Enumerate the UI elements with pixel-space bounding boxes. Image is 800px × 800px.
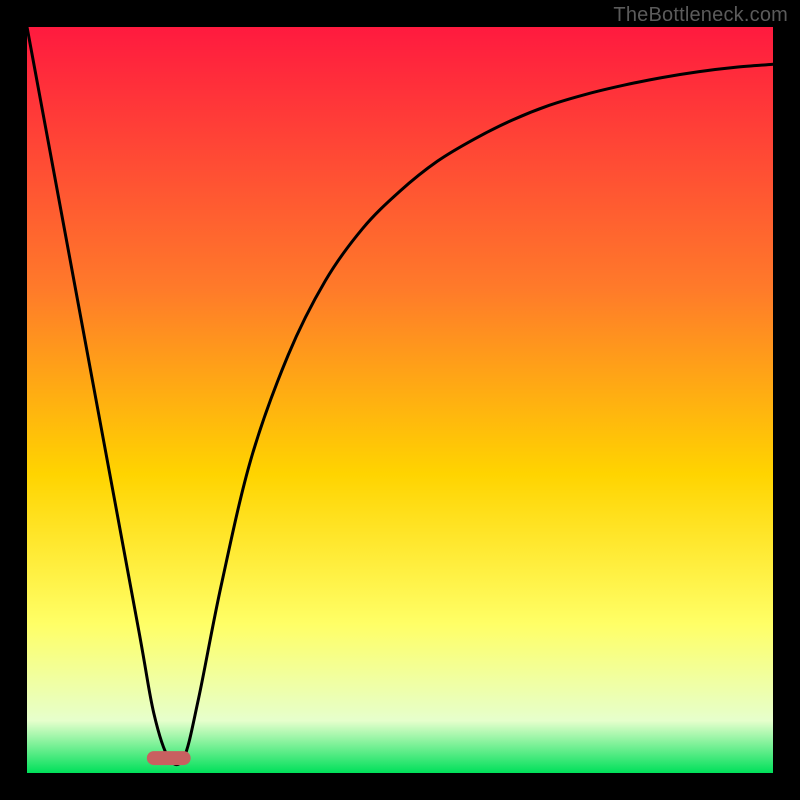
chart-frame: TheBottleneck.com: [0, 0, 800, 800]
watermark-text: TheBottleneck.com: [613, 4, 788, 27]
bottleneck-plot: [27, 27, 773, 773]
gradient-background: [27, 27, 773, 773]
